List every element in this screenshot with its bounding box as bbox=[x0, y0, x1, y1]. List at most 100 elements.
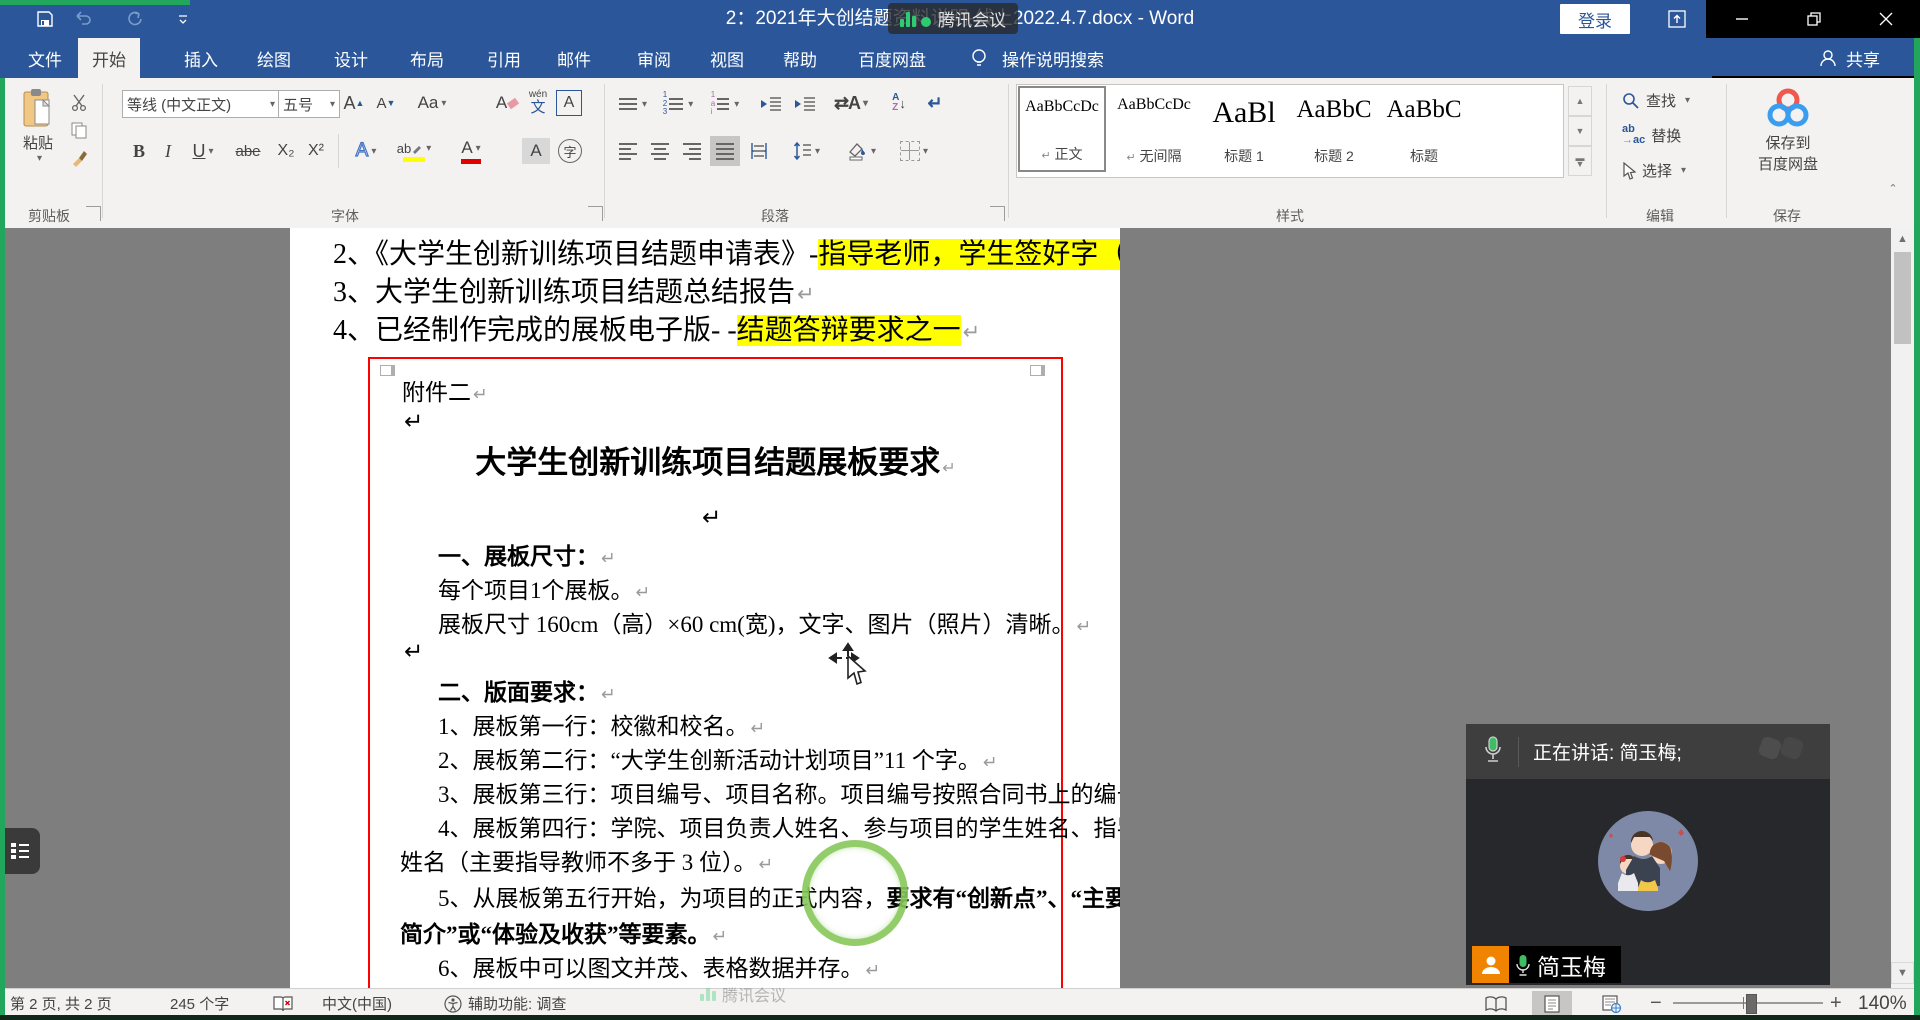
share-button[interactable]: 共享 bbox=[1846, 38, 1880, 78]
align-left-icon[interactable] bbox=[614, 138, 642, 164]
asian-layout-button[interactable]: ⇄A▾ bbox=[828, 90, 874, 116]
style-normal[interactable]: AaBbCcDc ↵ 正文 bbox=[1018, 86, 1106, 172]
proofing-errors-icon[interactable] bbox=[272, 989, 294, 1018]
replace-button[interactable]: ab→ac 替换 bbox=[1622, 124, 1681, 146]
strikethrough-button[interactable]: abe bbox=[230, 138, 266, 164]
enclose-characters-button[interactable]: 字 bbox=[556, 138, 584, 164]
italic-button[interactable]: I bbox=[156, 138, 180, 164]
select-button[interactable]: 选择▾ bbox=[1622, 160, 1686, 181]
grow-font-button[interactable]: A▲ bbox=[340, 90, 368, 116]
style-heading2[interactable]: AaBbC 标题 2 bbox=[1290, 86, 1378, 172]
numbering-button[interactable]: 123▾ bbox=[658, 92, 698, 116]
zoom-level[interactable]: 140% bbox=[1858, 989, 1907, 1018]
tab-draw[interactable]: 绘图 bbox=[243, 38, 305, 78]
underline-button[interactable]: U▾ bbox=[184, 138, 222, 164]
multilevel-list-button[interactable]: 1ai▾ bbox=[704, 92, 746, 116]
tab-view[interactable]: 视图 bbox=[696, 38, 758, 78]
tab-file[interactable]: 文件 bbox=[14, 38, 76, 78]
paste-dropdown-icon[interactable]: ▾ bbox=[37, 153, 42, 164]
accessibility-status[interactable]: 辅助功能: 调查 bbox=[444, 989, 566, 1018]
style-title[interactable]: AaBbC 标题 bbox=[1380, 86, 1468, 172]
scrollbar-thumb[interactable] bbox=[1894, 252, 1911, 344]
ribbon-display-options-icon[interactable] bbox=[1662, 7, 1692, 31]
styles-scroll-down-icon[interactable]: ▼ bbox=[1568, 116, 1592, 146]
text-effects-button[interactable]: A▾ bbox=[348, 138, 384, 164]
style-no-spacing[interactable]: AaBbCcDc ↵ 无间隔 bbox=[1110, 86, 1198, 172]
tab-mailings[interactable]: 邮件 bbox=[543, 38, 605, 78]
shrink-font-button[interactable]: A▼ bbox=[372, 90, 400, 116]
subscript-button[interactable]: X₂ bbox=[272, 138, 300, 164]
save-group-label: 保存 bbox=[1752, 206, 1822, 226]
document-page[interactable]: 2、《大学生创新训练项目结题申请表》-指导老师，学生签好字（电子签）↵ 3、大学… bbox=[290, 228, 1120, 988]
phonetic-guide-button[interactable]: wén 文 bbox=[524, 86, 552, 118]
zoom-slider-handle[interactable] bbox=[1746, 994, 1757, 1014]
align-right-icon[interactable] bbox=[678, 138, 706, 164]
tab-design[interactable]: 设计 bbox=[320, 38, 382, 78]
page-indicator[interactable]: 第 2 页, 共 2 页 bbox=[10, 989, 112, 1018]
word-count[interactable]: 245 个字 bbox=[170, 989, 229, 1018]
tell-me-search[interactable]: 操作说明搜索 bbox=[1002, 38, 1104, 78]
justify-button[interactable] bbox=[710, 136, 740, 166]
restore-button[interactable] bbox=[1784, 0, 1844, 38]
style-heading1[interactable]: AaBl 标题 1 bbox=[1200, 86, 1288, 172]
decrease-indent-icon[interactable] bbox=[756, 92, 786, 116]
zoom-out-button[interactable]: − bbox=[1650, 989, 1662, 1018]
show-hide-marks-button[interactable]: ↵ bbox=[920, 90, 950, 116]
paste-button[interactable]: 粘贴 ▾ bbox=[16, 88, 60, 164]
minimize-button[interactable] bbox=[1712, 0, 1772, 38]
character-shading-button[interactable]: A bbox=[522, 138, 550, 164]
undo-icon[interactable] bbox=[70, 7, 96, 31]
redo-icon[interactable] bbox=[122, 7, 148, 31]
tab-help[interactable]: 帮助 bbox=[769, 38, 831, 78]
copy-icon[interactable] bbox=[66, 118, 92, 142]
borders-button[interactable]: ▾ bbox=[892, 136, 936, 166]
bullets-button[interactable]: ▾ bbox=[614, 92, 652, 116]
read-mode-icon[interactable] bbox=[1476, 991, 1516, 1016]
paragraph-mark: ↵ bbox=[751, 719, 765, 738]
tab-review[interactable]: 审阅 bbox=[623, 38, 685, 78]
font-dialog-launcher-icon[interactable] bbox=[588, 206, 603, 221]
scroll-up-icon[interactable]: ▲ bbox=[1891, 228, 1914, 250]
save-icon[interactable] bbox=[32, 7, 58, 31]
font-name-combo[interactable]: 等线 (中文正文)▾ bbox=[122, 90, 280, 118]
customize-quick-access-toolbar-icon[interactable] bbox=[170, 7, 196, 31]
scroll-down-icon[interactable]: ▼ bbox=[1891, 962, 1914, 984]
tab-baidu-netdisk[interactable]: 百度网盘 bbox=[844, 38, 940, 78]
character-border-button[interactable]: A bbox=[556, 90, 582, 116]
tab-references[interactable]: 引用 bbox=[473, 38, 535, 78]
align-center-icon[interactable] bbox=[646, 138, 674, 164]
styles-more-icon[interactable]: ▬▼ bbox=[1568, 146, 1592, 176]
font-color-button[interactable]: A▾ bbox=[450, 136, 492, 166]
meeting-panel-toggle[interactable] bbox=[0, 828, 40, 874]
change-case-button[interactable]: Aa▾ bbox=[412, 90, 452, 116]
web-layout-icon[interactable] bbox=[1592, 991, 1632, 1016]
sign-in-button[interactable]: 登录 bbox=[1560, 4, 1630, 34]
increase-indent-icon[interactable] bbox=[790, 92, 820, 116]
text-highlight-button[interactable]: ab▾ bbox=[392, 136, 436, 166]
save-to-baidu-netdisk-button[interactable]: 保存到 百度网盘 bbox=[1740, 88, 1836, 174]
tab-home[interactable]: 开始 bbox=[78, 38, 140, 78]
distribute-icon[interactable] bbox=[744, 138, 774, 164]
close-button[interactable] bbox=[1856, 0, 1916, 38]
clipboard-dialog-launcher-icon[interactable] bbox=[86, 206, 101, 221]
find-button[interactable]: 查找▾ bbox=[1622, 90, 1690, 111]
collapse-ribbon-icon[interactable]: ⌃ bbox=[1880, 178, 1906, 198]
language-indicator[interactable]: 中文(中国) bbox=[322, 989, 392, 1018]
paragraph-dialog-launcher-icon[interactable] bbox=[990, 206, 1005, 221]
clear-formatting-button[interactable]: A bbox=[492, 90, 522, 116]
styles-scroll-up-icon[interactable]: ▲ bbox=[1568, 86, 1592, 116]
meeting-video-tile[interactable]: 简玉梅 bbox=[1466, 779, 1830, 985]
shading-button[interactable]: ▾ bbox=[840, 136, 882, 166]
bold-button[interactable]: B bbox=[126, 138, 152, 164]
tab-layout[interactable]: 布局 bbox=[396, 38, 458, 78]
tab-insert[interactable]: 插入 bbox=[170, 38, 232, 78]
zoom-in-button[interactable]: + bbox=[1830, 989, 1842, 1018]
format-painter-icon[interactable] bbox=[66, 146, 92, 170]
cut-icon[interactable] bbox=[66, 90, 92, 114]
vertical-scrollbar[interactable]: ▲ ▼ bbox=[1891, 228, 1914, 988]
line-spacing-button[interactable]: ▾ bbox=[784, 136, 828, 166]
print-layout-icon[interactable] bbox=[1532, 991, 1572, 1016]
sort-button[interactable]: AZ↓ bbox=[884, 90, 914, 116]
font-size-combo[interactable]: 五号▾ bbox=[278, 90, 340, 118]
superscript-button[interactable]: X² bbox=[302, 138, 330, 164]
